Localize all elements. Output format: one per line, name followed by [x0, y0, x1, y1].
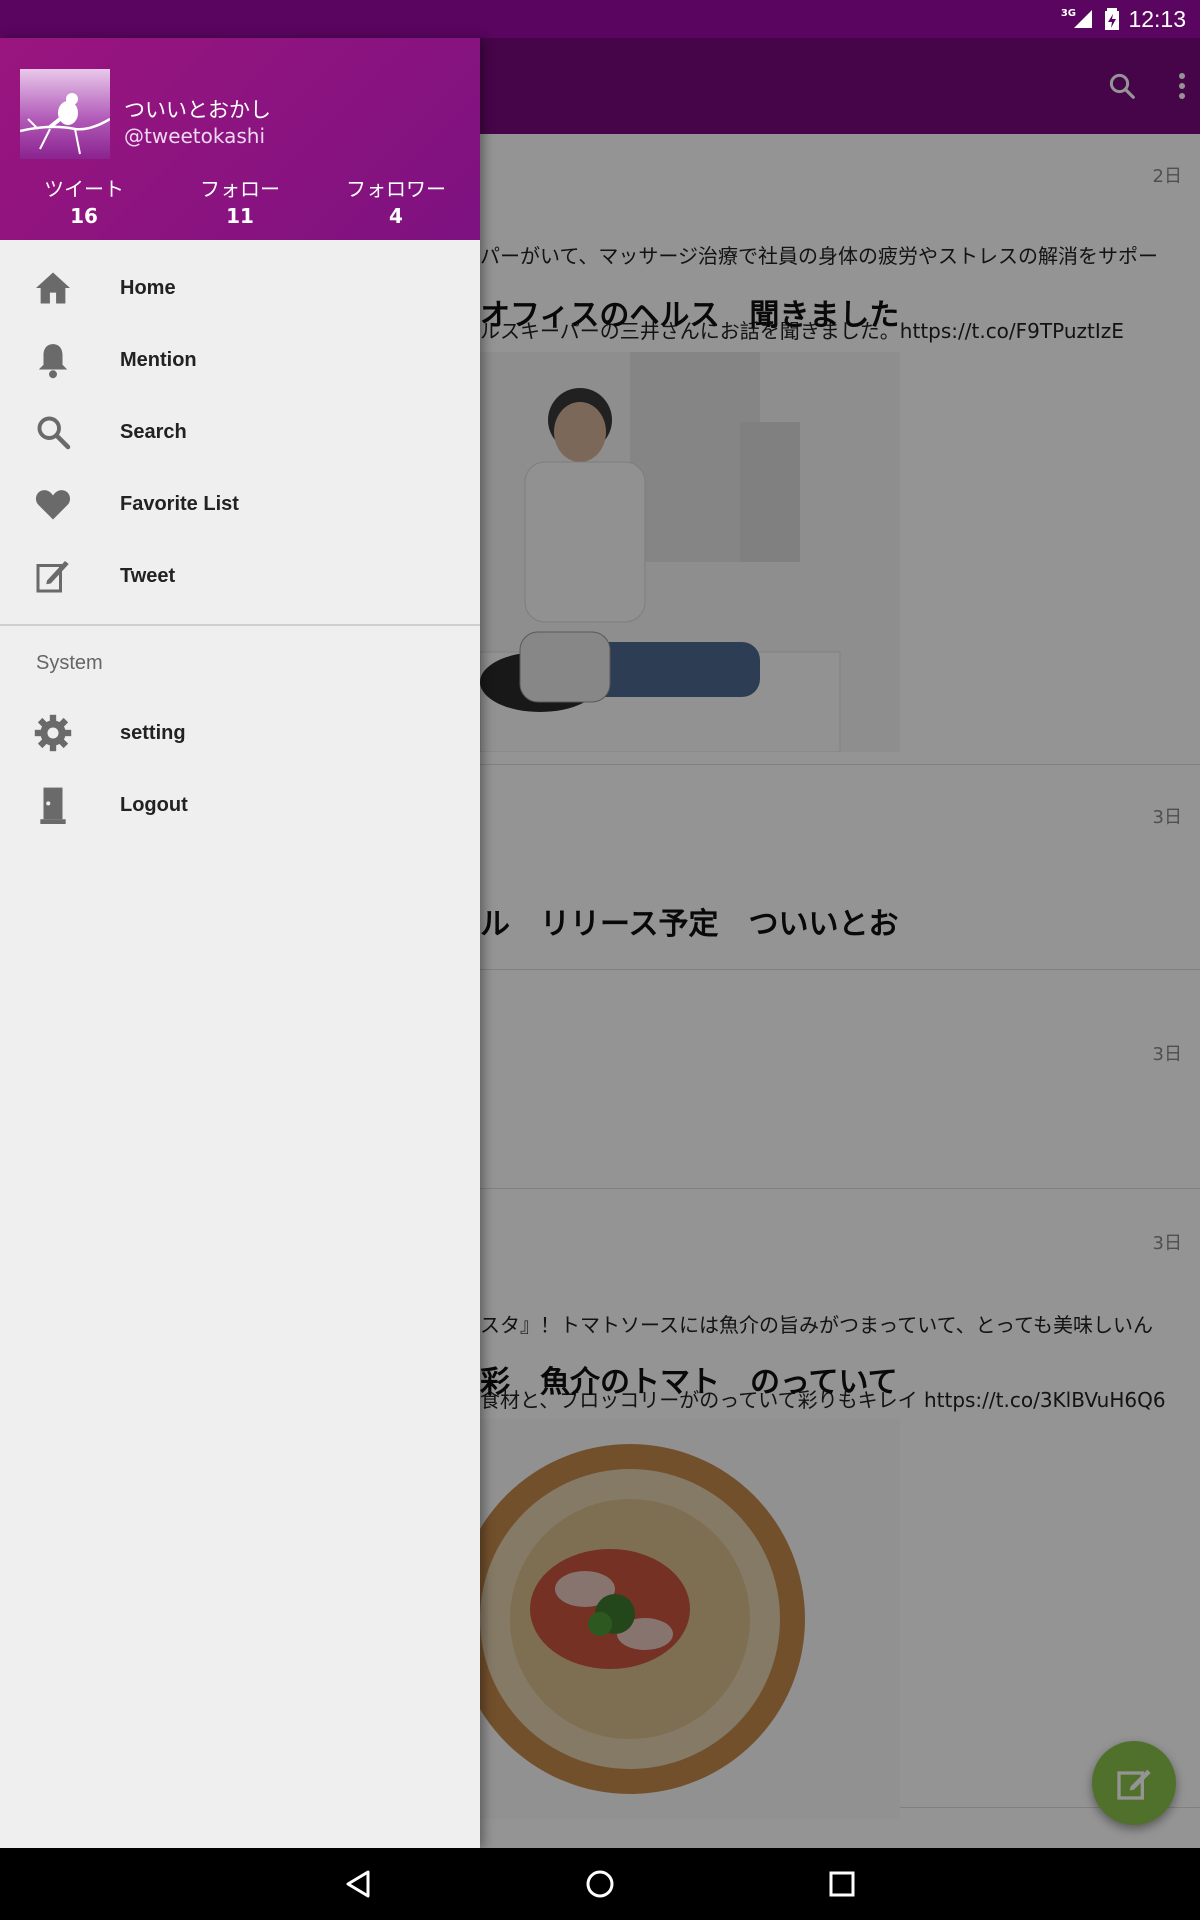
back-icon[interactable]	[334, 1860, 382, 1908]
heart-icon	[33, 484, 73, 524]
drawer-item-label: Search	[120, 420, 187, 443]
stat-value: 4	[389, 204, 403, 228]
drawer-header: ついいとおかし @tweetokashi ツイート 16 フォロー 11 フォロ…	[0, 38, 480, 240]
stat-label: ツイート	[44, 177, 124, 201]
signal-icon	[1072, 8, 1094, 34]
navigation-drawer: ついいとおかし @tweetokashi ツイート 16 フォロー 11 フォロ…	[0, 38, 480, 1848]
drawer-item-label: Home	[120, 276, 176, 299]
stat-value: 11	[226, 204, 254, 228]
bell-icon	[33, 340, 73, 380]
stat-tweets[interactable]: ツイート 16	[9, 176, 159, 230]
search-icon	[33, 412, 73, 452]
stat-label: フォロワー	[346, 177, 446, 201]
avatar[interactable]	[20, 69, 110, 159]
drawer-item-mention[interactable]: Mention	[0, 324, 480, 396]
drawer-item-tweet[interactable]: Tweet	[0, 540, 480, 612]
status-bar: 3G 12:13	[0, 0, 1200, 38]
drawer-item-label: Logout	[120, 793, 188, 816]
status-time: 12:13	[1128, 6, 1186, 32]
drawer-item-search[interactable]: Search	[0, 396, 480, 468]
drawer-item-logout[interactable]: Logout	[0, 769, 480, 841]
drawer-divider	[0, 624, 480, 626]
drawer-section-header: System	[36, 652, 103, 674]
drawer-item-setting[interactable]: setting	[0, 697, 480, 769]
drawer-item-home[interactable]: Home	[0, 252, 480, 324]
battery-icon	[1104, 8, 1120, 34]
drawer-item-label: Tweet	[120, 564, 176, 587]
stat-followers[interactable]: フォロワー 4	[321, 176, 471, 230]
door-icon	[33, 785, 73, 825]
gear-icon	[33, 713, 73, 753]
compose-icon	[33, 556, 73, 596]
drawer-item-label: setting	[120, 721, 186, 744]
drawer-item-label: Favorite List	[120, 492, 239, 515]
home-icon	[33, 268, 73, 308]
drawer-item-favorite-list[interactable]: Favorite List	[0, 468, 480, 540]
stat-value: 16	[70, 204, 98, 228]
drawer-item-label: Mention	[120, 348, 197, 371]
stat-following[interactable]: フォロー 11	[165, 176, 315, 230]
user-name: ついいとおかし	[124, 98, 271, 122]
user-handle: @tweetokashi	[124, 124, 266, 148]
recents-icon[interactable]	[818, 1860, 866, 1908]
home-circle-icon[interactable]	[576, 1860, 624, 1908]
stat-label: フォロー	[200, 177, 280, 201]
system-nav-bar	[0, 1848, 1200, 1920]
